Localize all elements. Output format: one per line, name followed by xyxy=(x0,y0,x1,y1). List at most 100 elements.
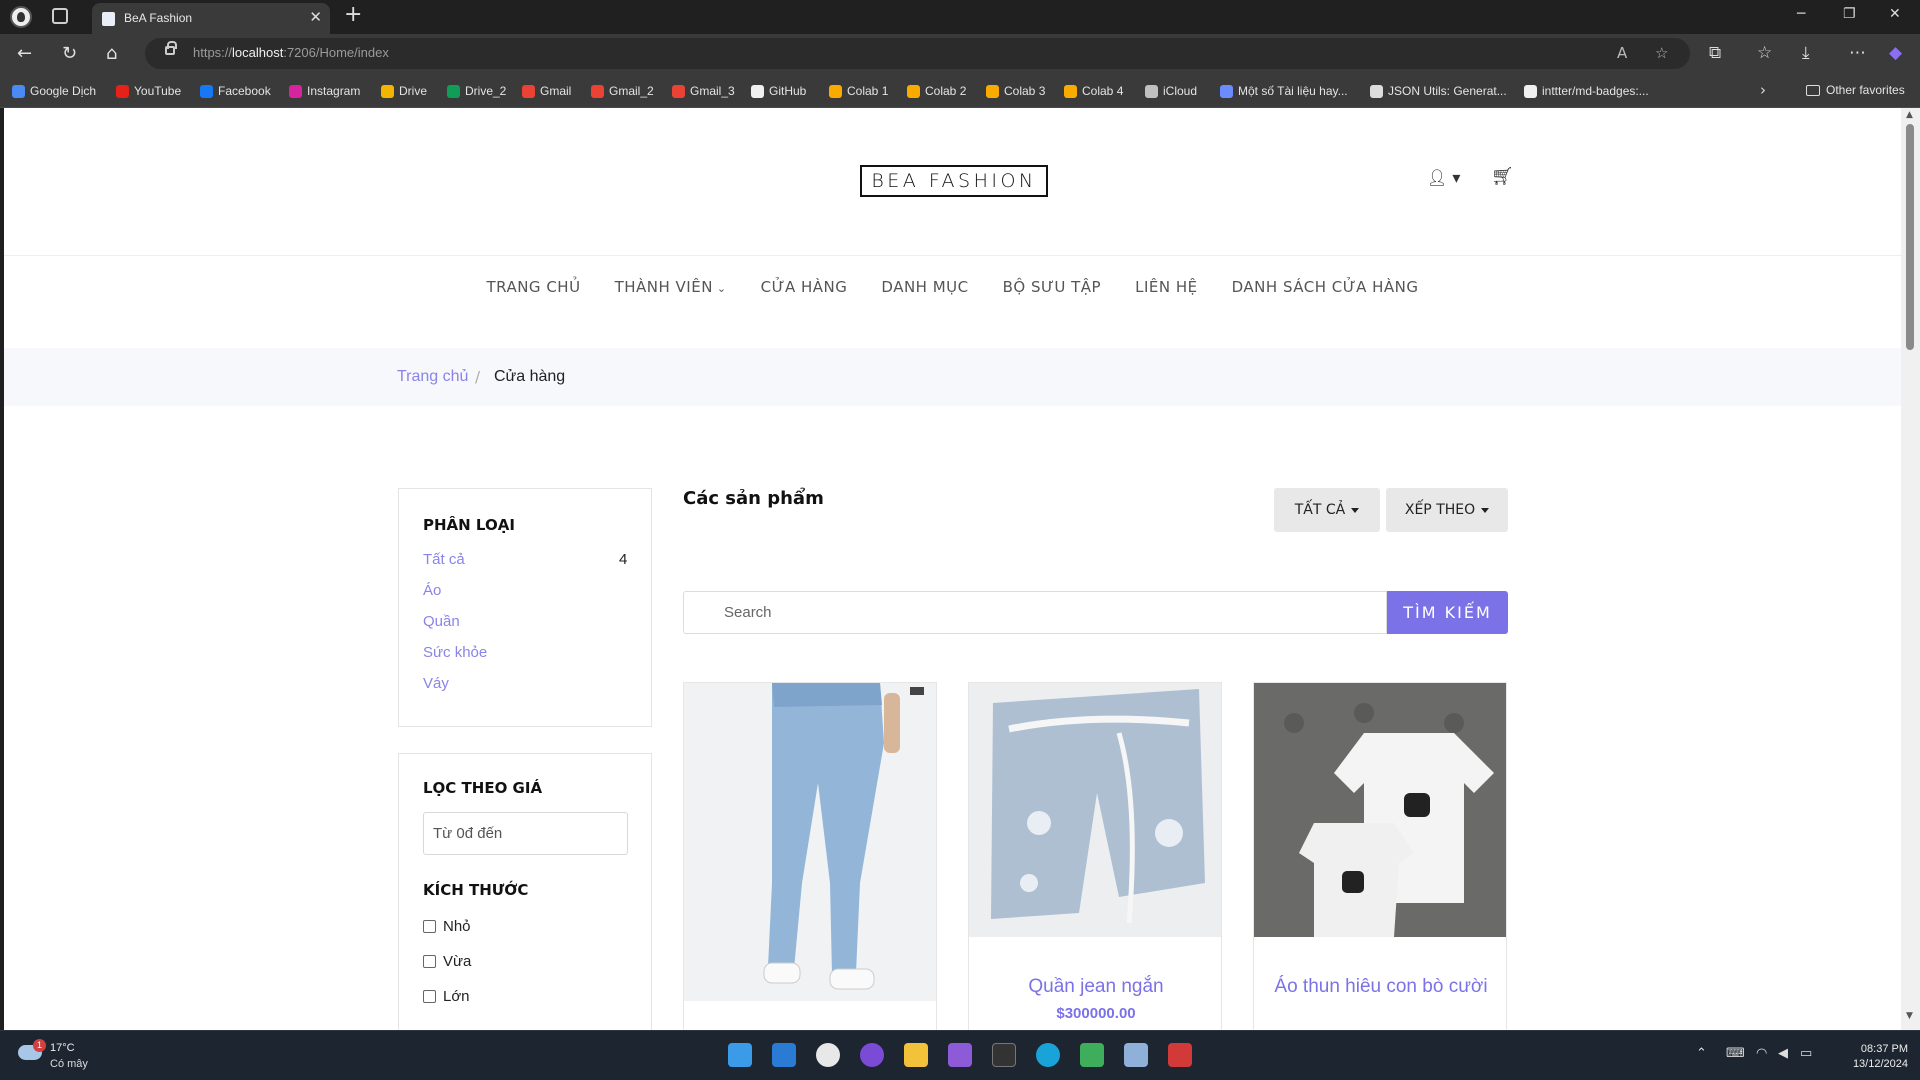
product-card[interactable] xyxy=(683,682,937,1030)
tray-chevron-up-icon[interactable]: ⌃ xyxy=(1696,1046,1707,1061)
scroll-up-icon[interactable]: ▲ xyxy=(1906,110,1913,120)
product-image-jeans[interactable] xyxy=(684,683,937,1001)
page-scrollbar[interactable]: ▲ ▼ xyxy=(1901,108,1920,1030)
bookmark-favicon-icon xyxy=(672,84,685,98)
bookmark-item[interactable]: Gmail_2 xyxy=(591,83,654,99)
breadcrumb-home-link[interactable]: Trang chủ xyxy=(397,368,468,386)
category-suc-khoe[interactable]: Sức khỏe xyxy=(423,644,487,661)
scroll-down-icon[interactable]: ▼ xyxy=(1906,1011,1913,1021)
start-icon[interactable] xyxy=(728,1043,752,1067)
address-bar[interactable]: https://localhost:7206/Home/index A ☆ xyxy=(145,38,1690,69)
bookmark-item[interactable]: Drive_2 xyxy=(447,83,506,99)
product-card[interactable]: Áo thun hiêu con bò cười xyxy=(1253,682,1507,1030)
product-image-tshirt[interactable] xyxy=(1254,683,1507,937)
product-card[interactable]: Quần jean ngắn $300000.00 xyxy=(968,682,1222,1030)
nav-home[interactable]: TRANG CHỦ xyxy=(486,278,580,296)
back-icon[interactable]: ← xyxy=(17,43,32,64)
bookmark-item[interactable]: GitHub xyxy=(751,83,806,99)
minimize-icon[interactable]: ─ xyxy=(1797,6,1805,22)
photos-icon[interactable] xyxy=(1124,1043,1148,1067)
nav-members[interactable]: THÀNH VIÊN ⌄ xyxy=(615,278,727,296)
snipping-tool-icon[interactable] xyxy=(1080,1043,1104,1067)
vscode-icon[interactable] xyxy=(772,1043,796,1067)
bookmark-item[interactable]: Drive xyxy=(381,83,427,99)
clock[interactable]: 08:37 PM 13/12/2024 xyxy=(1838,1042,1908,1072)
bookmark-item[interactable]: inttter/md-badges:... xyxy=(1524,83,1649,99)
read-aloud-icon[interactable]: A xyxy=(1617,44,1627,62)
size-large-checkbox[interactable]: Lớn xyxy=(423,988,470,1005)
workspaces-icon[interactable] xyxy=(52,8,68,24)
nav-categories[interactable]: DANH MỤC xyxy=(881,278,968,296)
menu-icon[interactable]: ⋯ xyxy=(1849,43,1866,63)
app-red-icon[interactable] xyxy=(1168,1043,1192,1067)
bookmark-item[interactable]: Instagram xyxy=(289,83,360,99)
nav-contact[interactable]: LIÊN HỆ xyxy=(1135,278,1198,296)
product-name[interactable]: Áo thun hiêu con bò cười xyxy=(1254,975,1506,999)
battery-icon[interactable]: ▭ xyxy=(1800,1046,1812,1061)
checkbox-box[interactable] xyxy=(423,920,436,933)
extensions-icon[interactable]: ⧉ xyxy=(1709,43,1721,63)
restore-icon[interactable]: ❐ xyxy=(1843,6,1856,22)
close-window-icon[interactable]: ✕ xyxy=(1889,6,1901,22)
weather-temperature[interactable]: 17°C xyxy=(50,1042,75,1054)
downloads-icon[interactable]: ⤓ xyxy=(1802,43,1810,63)
category-vay[interactable]: Váy xyxy=(423,675,449,692)
copilot-icon[interactable]: ◆ xyxy=(1889,43,1902,63)
chatgpt-icon[interactable] xyxy=(816,1043,840,1067)
category-ao[interactable]: Áo xyxy=(423,582,441,599)
file-explorer-icon[interactable] xyxy=(904,1043,928,1067)
bookmark-item[interactable]: Colab 1 xyxy=(829,83,888,99)
checkbox-box[interactable] xyxy=(423,990,436,1003)
bookmarks-more-icon[interactable]: › xyxy=(1760,81,1766,99)
bookmark-item[interactable]: Gmail_3 xyxy=(672,83,735,99)
weather-condition[interactable]: Có mây xyxy=(50,1058,88,1070)
site-logo[interactable]: BEA FASHION xyxy=(860,165,1048,197)
visual-studio-icon[interactable] xyxy=(948,1043,972,1067)
refresh-icon[interactable]: ↻ xyxy=(62,43,77,64)
cart-icon[interactable]: 🛒︎ xyxy=(1491,166,1514,187)
product-image-shorts[interactable] xyxy=(969,683,1222,937)
price-filter-input[interactable]: Từ 0đ đến xyxy=(423,812,628,855)
bookmark-item[interactable]: Colab 4 xyxy=(1064,83,1123,99)
nav-collections[interactable]: BỘ SƯU TẬP xyxy=(1003,278,1101,296)
browser-tab-active[interactable]: BeA Fashion ✕ xyxy=(92,3,330,34)
edge-icon[interactable] xyxy=(1036,1043,1060,1067)
tab-close-icon[interactable]: ✕ xyxy=(309,8,322,26)
filter-all-dropdown[interactable]: TẤT CẢ xyxy=(1274,488,1380,532)
product-name[interactable]: Quần jean ngắn xyxy=(969,975,1221,999)
category-all[interactable]: Tất cả xyxy=(423,551,465,568)
user-menu-icon[interactable]: 👤︎ ▾ xyxy=(1427,168,1460,187)
terminal-icon[interactable] xyxy=(992,1043,1016,1067)
wifi-icon[interactable]: ◠ xyxy=(1756,1046,1767,1061)
bookmark-item[interactable]: Google Dịch xyxy=(12,83,96,99)
favorite-star-icon[interactable]: ☆ xyxy=(1655,44,1668,62)
profile-avatar-icon[interactable] xyxy=(10,6,32,28)
nav-store-list[interactable]: DANH SÁCH CỬA HÀNG xyxy=(1232,278,1419,296)
search-input[interactable]: Search xyxy=(683,591,1387,634)
bookmark-item[interactable]: JSON Utils: Generat... xyxy=(1370,83,1507,99)
scrollbar-thumb[interactable] xyxy=(1906,124,1914,350)
other-favorites[interactable]: Other favorites xyxy=(1806,83,1905,97)
checkbox-box[interactable] xyxy=(423,955,436,968)
github-desktop-icon[interactable] xyxy=(860,1043,884,1067)
bookmarks-bar: Google Dịch YouTube Facebook Instagram Drive… xyxy=(0,74,1920,108)
size-small-checkbox[interactable]: Nhỏ xyxy=(423,918,471,935)
bookmark-item[interactable]: Colab 2 xyxy=(907,83,966,99)
favorites-icon[interactable]: ☆ xyxy=(1757,43,1772,63)
bookmark-item[interactable]: Một số Tài liệu hay... xyxy=(1220,83,1348,99)
nav-shop[interactable]: CỬA HÀNG xyxy=(761,278,848,296)
lock-icon[interactable] xyxy=(165,41,177,55)
bookmark-item[interactable]: YouTube xyxy=(116,83,181,99)
bookmark-item[interactable]: Colab 3 xyxy=(986,83,1045,99)
keyboard-icon[interactable]: ⌨ xyxy=(1726,1046,1745,1061)
size-medium-checkbox[interactable]: Vừa xyxy=(423,953,471,970)
search-button[interactable]: TÌM KIẾM xyxy=(1387,591,1508,634)
home-icon[interactable]: ⌂ xyxy=(106,43,117,64)
volume-icon[interactable]: ◀ xyxy=(1778,1046,1788,1061)
bookmark-item[interactable]: Gmail xyxy=(522,83,571,99)
category-quan[interactable]: Quần xyxy=(423,613,460,630)
bookmark-item[interactable]: Facebook xyxy=(200,83,271,99)
new-tab-icon[interactable]: + xyxy=(344,2,362,27)
sort-dropdown[interactable]: XẾP THEO xyxy=(1386,488,1508,532)
bookmark-item[interactable]: iCloud xyxy=(1145,83,1197,99)
